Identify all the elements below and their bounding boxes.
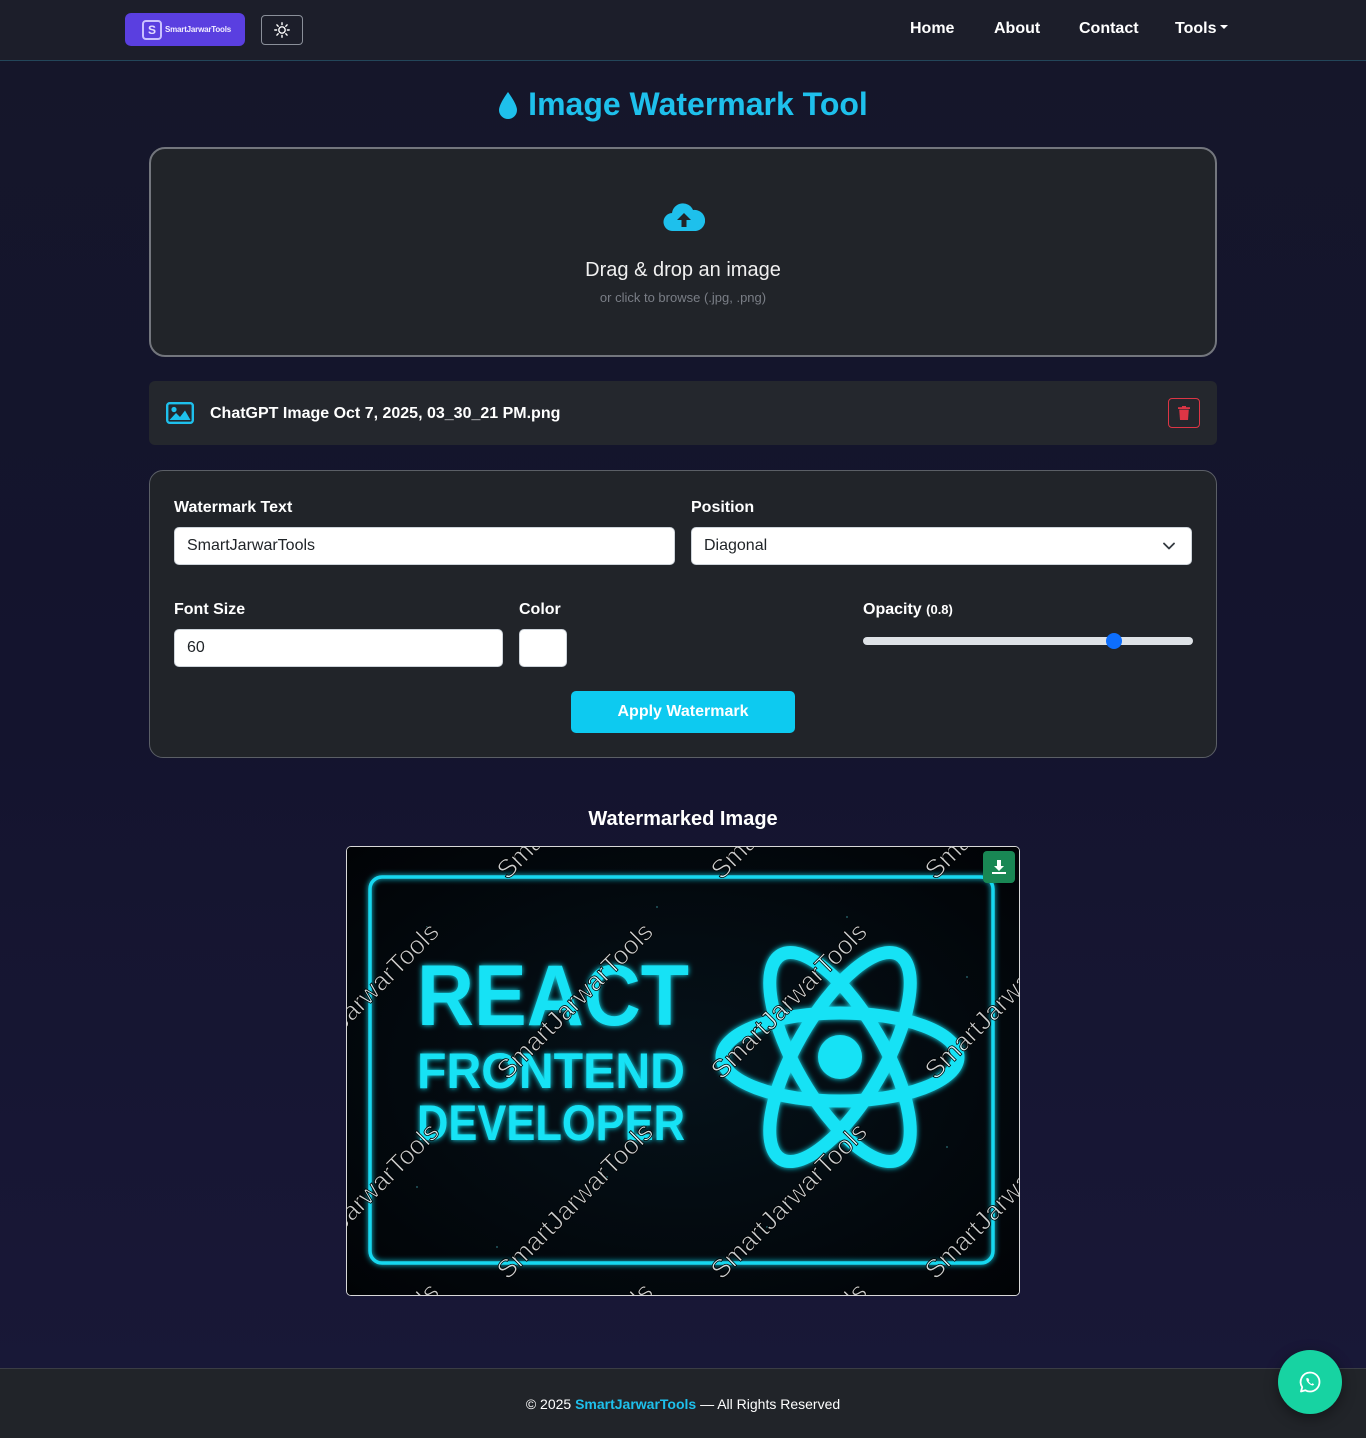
footer: © 2025 SmartJarwarTools — All Rights Res… — [0, 1368, 1366, 1438]
watermark-text-input[interactable]: SmartJarwarTools — [174, 527, 675, 565]
download-icon — [992, 860, 1006, 874]
dropzone-title: Drag & drop an image — [585, 259, 781, 281]
position-select[interactable]: Diagonal — [691, 527, 1192, 565]
position-value: Diagonal — [704, 537, 768, 554]
nav-contact[interactable]: Contact — [1079, 20, 1139, 38]
download-button[interactable] — [983, 851, 1015, 883]
apply-watermark-button[interactable]: Apply Watermark — [571, 691, 795, 733]
watermark-text-value: SmartJarwarTools — [187, 537, 316, 554]
font-size-label: Font Size — [174, 601, 246, 618]
page-title: Image Watermark Tool — [0, 86, 1366, 123]
remove-file-button[interactable] — [1168, 398, 1200, 428]
opacity-value-display: (0.8) — [926, 602, 953, 617]
opacity-slider-thumb[interactable] — [1105, 633, 1122, 649]
trash-icon — [1178, 406, 1190, 420]
file-name: ChatGPT Image Oct 7, 2025, 03_30_21 PM.p… — [210, 405, 561, 422]
cloud-upload-icon — [663, 203, 705, 232]
watermarked-image-canvas: REACT FRONTEND DEVELOPER SmartJarwarTool… — [347, 847, 1019, 1295]
opacity-label: Opacity (0.8) — [863, 601, 953, 619]
opacity-slider[interactable] — [863, 633, 1193, 649]
result-title: Watermarked Image — [588, 808, 778, 830]
watermark-settings-card: Watermark Text SmartJarwarTools Position… — [149, 470, 1217, 758]
page-title-text: Image Watermark Tool — [528, 86, 868, 122]
watermark-text-label: Watermark Text — [174, 499, 293, 516]
footer-brand-link[interactable]: SmartJarwarTools — [575, 1396, 696, 1412]
image-headline-frontend: FRONTEND — [417, 1043, 685, 1099]
footer-suffix: — All Rights Reserved — [696, 1396, 841, 1412]
water-drop-icon — [499, 92, 518, 119]
opacity-label-text: Opacity — [863, 601, 922, 618]
chevron-down-icon — [1163, 542, 1175, 550]
nav-tools-label: Tools — [1175, 20, 1217, 37]
position-label: Position — [691, 499, 755, 516]
whatsapp-icon — [1299, 1371, 1321, 1393]
image-icon — [166, 402, 194, 424]
image-dropzone[interactable]: Drag & drop an image or click to browse … — [149, 147, 1217, 357]
font-size-value: 60 — [187, 639, 205, 656]
nav-tools-dropdown[interactable]: Tools — [1175, 20, 1229, 38]
whatsapp-button[interactable] — [1278, 1350, 1342, 1414]
watermarked-image: REACT FRONTEND DEVELOPER SmartJarwarTool… — [346, 846, 1020, 1296]
nav-about[interactable]: About — [994, 20, 1040, 38]
dropzone-subtitle: or click to browse (.jpg, .png) — [599, 290, 767, 305]
nav-home[interactable]: Home — [910, 20, 954, 38]
caret-down-icon — [1220, 24, 1229, 29]
color-picker[interactable] — [519, 629, 567, 667]
navbar: S SmartJarwarTools Home About Contact To… — [0, 0, 1366, 61]
font-size-input[interactable]: 60 — [174, 629, 503, 667]
footer-prefix: © 2025 — [525, 1396, 576, 1412]
selected-file-row: ChatGPT Image Oct 7, 2025, 03_30_21 PM.p… — [149, 381, 1217, 445]
color-label: Color — [519, 601, 561, 618]
